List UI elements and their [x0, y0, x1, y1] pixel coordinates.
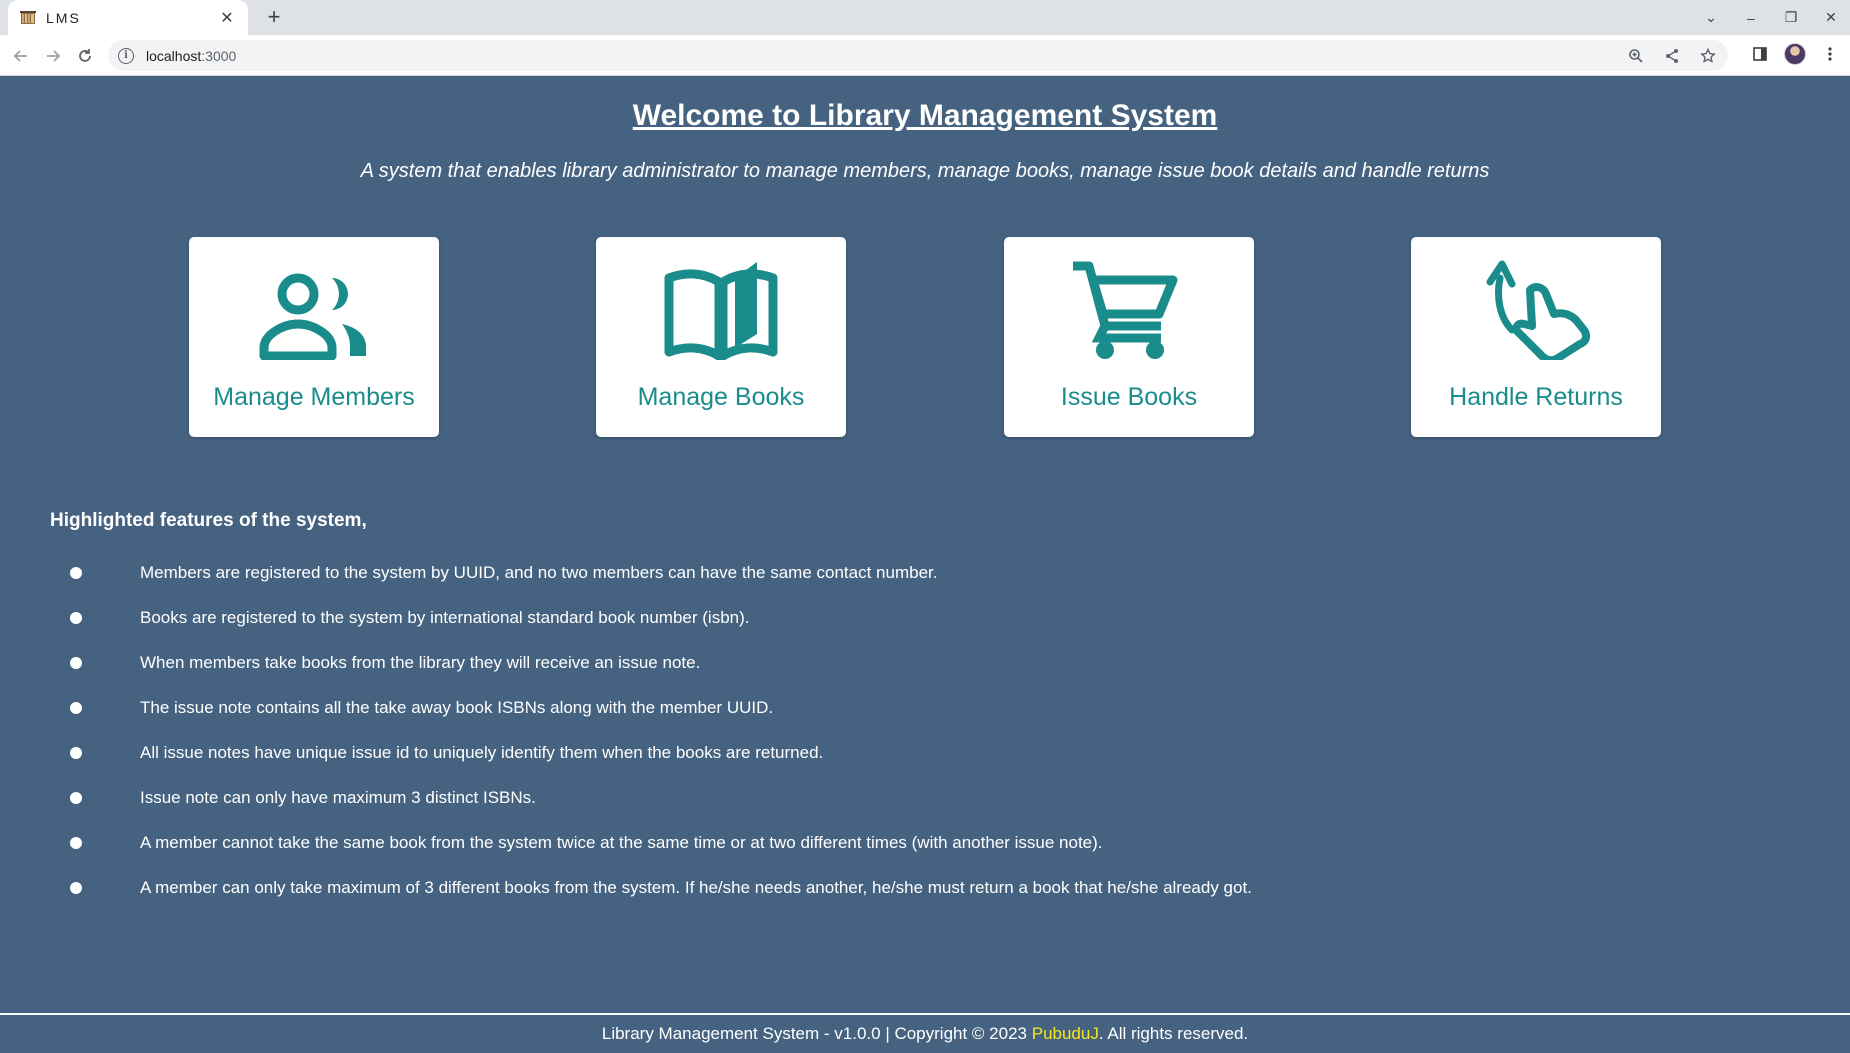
card-label: Issue Books	[1060, 383, 1198, 411]
bullet-icon	[70, 656, 82, 669]
bullet-icon	[70, 836, 82, 849]
list-item: A member can only take maximum of 3 diff…	[0, 865, 1252, 910]
bullet-icon	[70, 701, 82, 714]
minimize-icon[interactable]: –	[1742, 10, 1760, 26]
swipe-back-hand-icon	[1476, 251, 1596, 369]
forward-icon[interactable]	[40, 43, 66, 69]
card-label: Handle Returns	[1449, 383, 1623, 411]
reload-icon[interactable]	[72, 43, 98, 69]
browser-menu-icon[interactable]	[1820, 44, 1840, 64]
list-item: Books are registered to the system by in…	[0, 595, 1252, 640]
back-icon[interactable]	[8, 43, 34, 69]
browser-tab-bar: LMS ✕ + ⌄ – ❐ ✕	[0, 0, 1850, 35]
page-title: Welcome to Library Management System	[632, 99, 1218, 132]
handle-returns-card[interactable]: Handle Returns	[1411, 237, 1661, 437]
features-heading: Highlighted features of the system,	[50, 510, 367, 531]
site-info-icon[interactable]: i	[118, 47, 134, 64]
list-item: Issue note can only have maximum 3 disti…	[0, 775, 1252, 820]
tab-search-icon[interactable]: ⌄	[1702, 9, 1720, 26]
author-link[interactable]: PubuduJ	[1032, 1024, 1099, 1044]
issue-books-card[interactable]: Issue Books	[1004, 237, 1254, 437]
profile-avatar[interactable]	[1784, 43, 1806, 65]
url-text[interactable]: localhost:3000	[146, 48, 236, 64]
address-bar[interactable]: i localhost:3000	[108, 40, 1728, 71]
share-icon[interactable]	[1662, 46, 1682, 66]
bullet-icon	[70, 566, 82, 579]
card-label: Manage Books	[637, 383, 805, 411]
card-label: Manage Members	[213, 383, 415, 411]
close-window-icon[interactable]: ✕	[1822, 9, 1840, 26]
new-tab-button[interactable]: +	[262, 6, 286, 30]
library-favicon-icon	[20, 10, 36, 26]
footer-copyright: Library Management System - v1.0.0 | Cop…	[601, 1024, 1032, 1043]
bullet-icon	[70, 611, 82, 624]
page-subtitle: A system that enables library administra…	[360, 160, 1490, 182]
browser-toolbar: i localhost:3000	[0, 35, 1850, 76]
shopping-cart-icon	[1069, 251, 1189, 369]
manage-books-card[interactable]: Manage Books	[596, 237, 846, 437]
browser-tab[interactable]: LMS ✕	[8, 0, 248, 35]
list-item: Members are registered to the system by …	[0, 550, 1252, 595]
window-controls: ⌄ – ❐ ✕	[1702, 0, 1840, 35]
tab-close-icon[interactable]: ✕	[218, 8, 236, 28]
list-item: When members take books from the library…	[0, 640, 1252, 685]
manage-members-card[interactable]: Manage Members	[189, 237, 439, 437]
tab-title: LMS	[46, 9, 81, 26]
list-item: The issue note contains all the take awa…	[0, 685, 1252, 730]
page-footer: Library Management System - v1.0.0 | Cop…	[0, 1013, 1850, 1053]
list-item: All issue notes have unique issue id to …	[0, 730, 1252, 775]
list-item: A member cannot take the same book from …	[0, 820, 1252, 865]
side-panel-icon[interactable]	[1750, 44, 1770, 64]
bullet-icon	[70, 881, 82, 894]
open-book-icon	[661, 251, 781, 369]
zoom-icon[interactable]	[1626, 46, 1646, 66]
features-list: Members are registered to the system by …	[0, 550, 1252, 910]
footer-rights: . All rights reserved.	[1098, 1024, 1249, 1043]
restore-icon[interactable]: ❐	[1782, 9, 1800, 26]
people-icon	[254, 251, 374, 369]
bullet-icon	[70, 746, 82, 759]
bookmark-star-icon[interactable]	[1698, 46, 1718, 66]
bullet-icon	[70, 791, 82, 804]
page-content: Welcome to Library Management System A s…	[0, 77, 1850, 1013]
